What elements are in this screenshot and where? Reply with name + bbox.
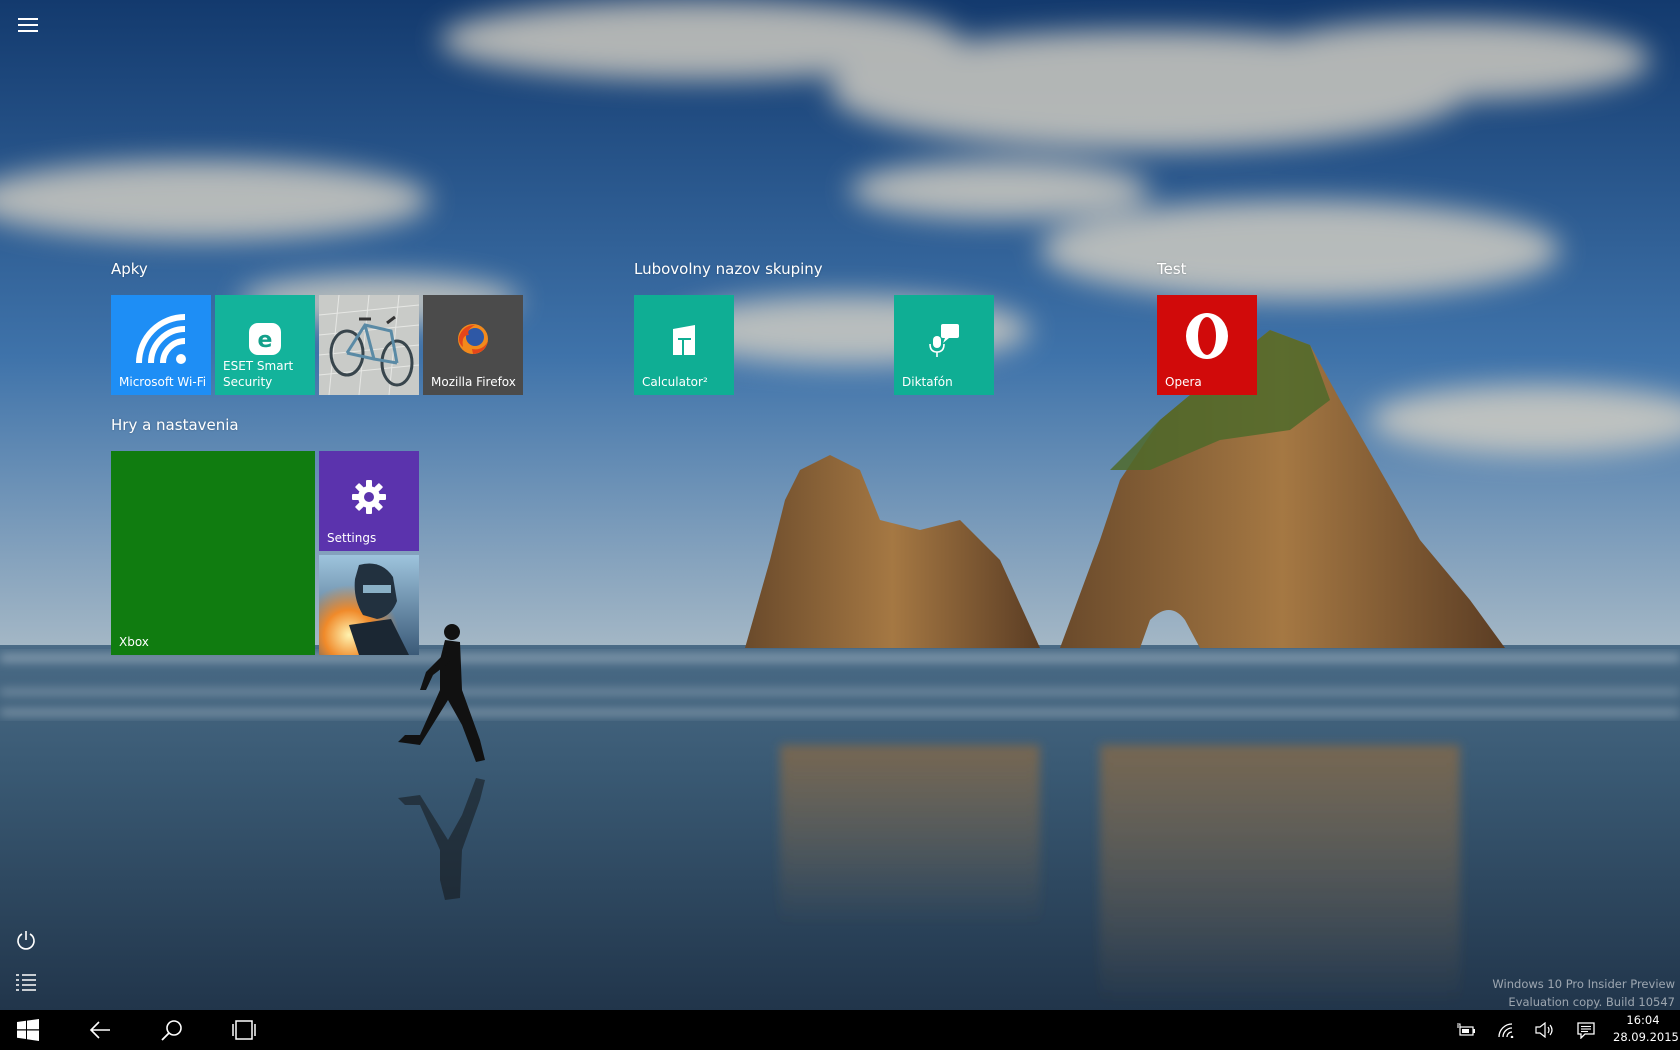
watermark-line-2: Evaluation copy. Build 10547 <box>1508 995 1675 1009</box>
network-icon <box>1498 1023 1514 1038</box>
battery-icon <box>1457 1023 1475 1036</box>
task-view-icon <box>232 1020 256 1040</box>
tile-label: Settings <box>327 531 377 545</box>
tile-eset-smart-security[interactable]: e ESET Smart Security <box>215 295 315 395</box>
tile-calculator[interactable]: Calculator² <box>634 295 734 395</box>
game-artwork-icon <box>319 555 419 655</box>
gear-icon <box>352 480 386 514</box>
tile-label: Opera <box>1165 375 1202 389</box>
tile-diktafon[interactable]: Diktafón <box>894 295 994 395</box>
power-icon[interactable] <box>14 928 38 952</box>
group-title-test[interactable]: Test <box>1157 260 1187 278</box>
wifi-icon <box>136 314 186 364</box>
start-button[interactable] <box>0 1010 56 1050</box>
tile-game[interactable] <box>319 555 419 655</box>
volume-icon <box>1535 1022 1553 1038</box>
tile-xbox[interactable]: Xbox <box>111 451 315 655</box>
search-button[interactable] <box>147 1010 197 1050</box>
group-title-games-settings[interactable]: Hry a nastavenia <box>111 416 239 434</box>
taskbar-clock[interactable]: 16:04 28.09.2015 <box>1613 1012 1679 1046</box>
battery-tray-button[interactable] <box>1452 1010 1480 1050</box>
eset-logo-icon: e <box>249 323 281 355</box>
svg-text:e: e <box>258 328 273 353</box>
windows-logo-icon <box>17 1019 39 1041</box>
clock-time: 16:04 <box>1626 1013 1660 1027</box>
tile-label: Xbox <box>119 635 149 649</box>
firefox-logo-icon <box>458 324 488 354</box>
tile-mozilla-firefox[interactable]: Mozilla Firefox <box>423 295 523 395</box>
watermark-line-1: Windows 10 Pro Insider Preview <box>1492 977 1675 991</box>
group-title-apky[interactable]: Apky <box>111 260 148 278</box>
task-view-button[interactable] <box>219 1010 269 1050</box>
all-apps-list-icon[interactable] <box>14 970 38 994</box>
tile-label: Diktafón <box>902 375 953 389</box>
group-title-custom[interactable]: Lubovolny nazov skupiny <box>634 260 823 278</box>
bicycle-photo-icon <box>319 295 419 395</box>
taskbar: 16:04 28.09.2015 <box>0 1010 1680 1050</box>
tile-settings[interactable]: Settings <box>319 451 419 551</box>
tile-opera[interactable]: Opera <box>1157 295 1257 395</box>
action-center-icon <box>1577 1022 1595 1039</box>
microphone-icon <box>929 324 959 357</box>
clock-date: 28.09.2015 <box>1613 1030 1679 1044</box>
tile-photo-bicycle[interactable] <box>319 295 419 395</box>
tile-label: ESET Smart Security <box>223 359 294 389</box>
tile-label: Mozilla Firefox <box>431 375 516 389</box>
tile-microsoft-wifi[interactable]: Microsoft Wi-Fi <box>111 295 211 395</box>
start-screen: Apky Lubovolny nazov skupiny Test Hry a … <box>0 0 1680 1050</box>
menu-hamburger-icon[interactable] <box>18 16 39 33</box>
volume-tray-button[interactable] <box>1530 1010 1558 1050</box>
tile-label: Microsoft Wi-Fi <box>119 375 207 389</box>
back-arrow-icon <box>89 1021 110 1039</box>
back-button[interactable] <box>75 1010 125 1050</box>
calculator-icon <box>673 325 695 355</box>
network-tray-button[interactable] <box>1492 1010 1520 1050</box>
opera-logo-icon <box>1186 313 1228 359</box>
tile-label: Calculator² <box>642 375 708 389</box>
action-center-button[interactable] <box>1572 1010 1600 1050</box>
evaluation-watermark: Windows 10 Pro Insider Preview Evaluatio… <box>1492 975 1675 1011</box>
search-icon <box>161 1020 182 1041</box>
